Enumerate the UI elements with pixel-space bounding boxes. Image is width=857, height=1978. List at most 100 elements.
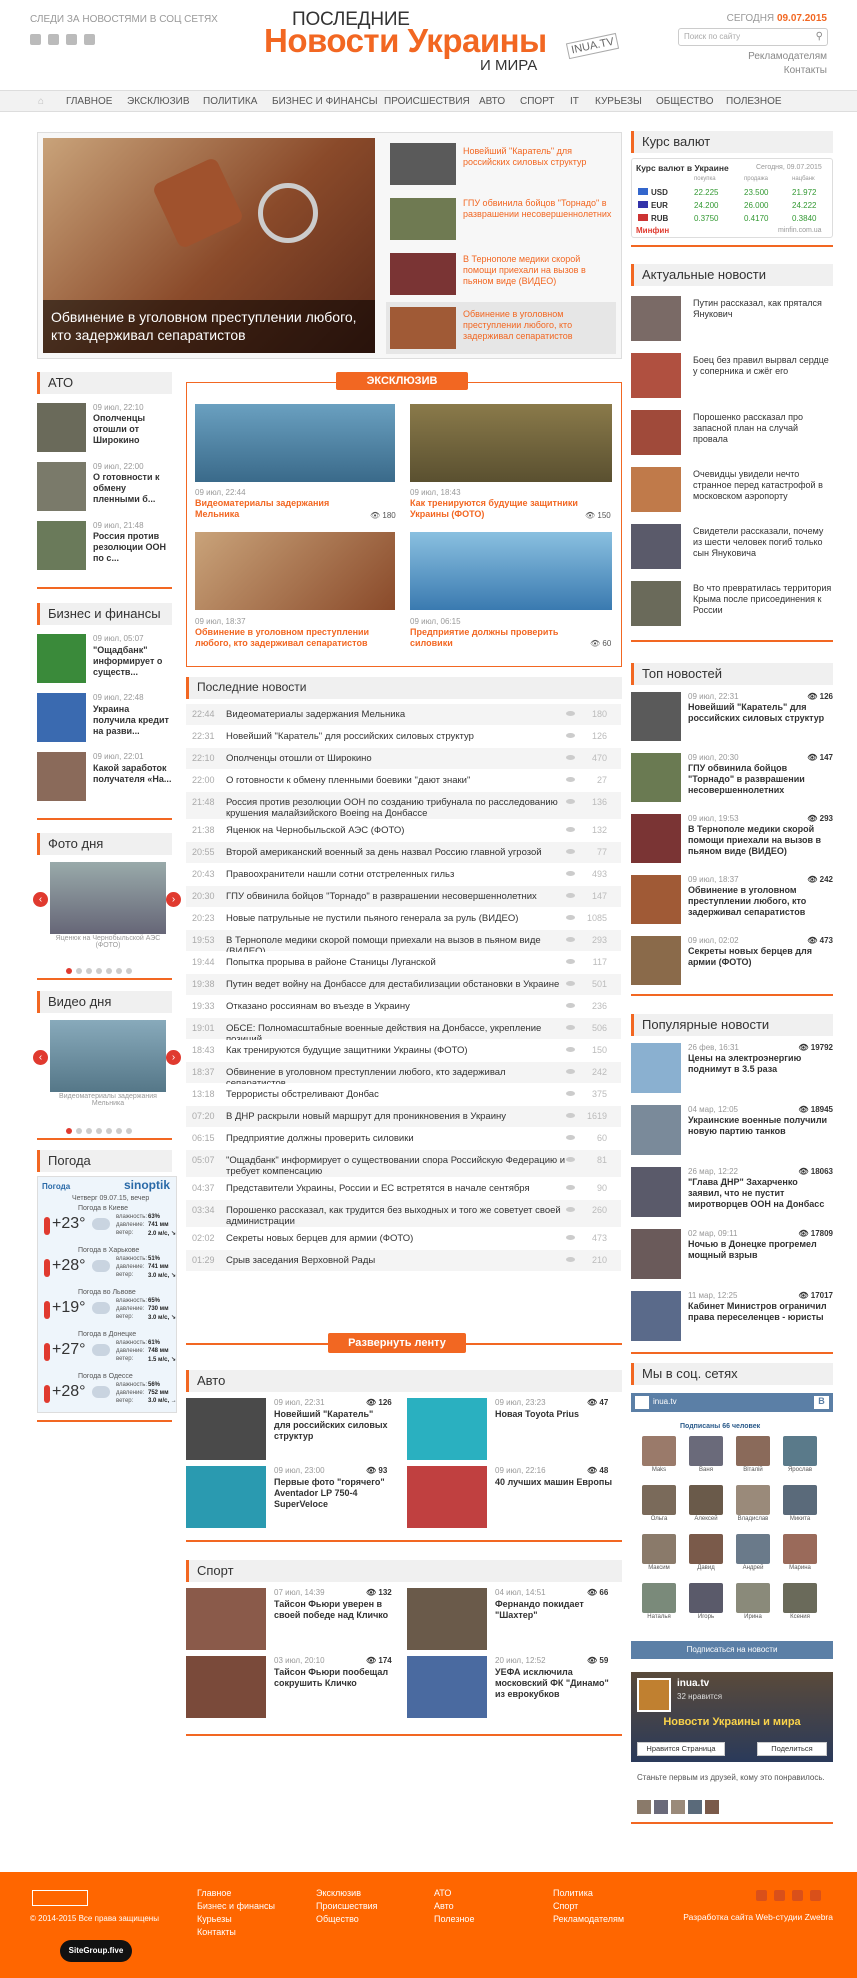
- facebook-icon[interactable]: [48, 34, 59, 45]
- vk-member-name[interactable]: Марина: [780, 1565, 820, 1571]
- feed-link[interactable]: В ДНР раскрыли новый маршрут для проникн…: [226, 1111, 566, 1122]
- popular-thumb[interactable]: [631, 1291, 681, 1341]
- business-thumb[interactable]: [37, 693, 86, 742]
- actual-link[interactable]: Очевидцы увидели нечто странное перед ка…: [693, 469, 833, 502]
- sitegroup-logo[interactable]: SiteGroup.five: [60, 1940, 132, 1962]
- nav-item[interactable]: ГЛАВНОЕ: [66, 96, 112, 107]
- sport-link[interactable]: Тайсон Фьюри пообещал сокрушить Кличко: [274, 1667, 392, 1689]
- nav-item[interactable]: ПРОИСШЕСТВИЯ: [384, 96, 470, 107]
- feed-link[interactable]: Новейший "Каратель" для российских силов…: [226, 731, 566, 742]
- sport-thumb[interactable]: [407, 1588, 487, 1650]
- ato-thumb[interactable]: [37, 462, 86, 511]
- feed-link[interactable]: Второй американский военный за день назв…: [226, 847, 566, 858]
- fb-share-button[interactable]: Поделиться: [757, 1742, 827, 1756]
- footer-link[interactable]: Происшествия: [316, 1901, 378, 1911]
- sport-thumb[interactable]: [186, 1656, 266, 1718]
- hero-side-thumb[interactable]: [390, 143, 456, 185]
- nav-item[interactable]: ОБЩЕСТВО: [656, 96, 714, 107]
- nav-item[interactable]: ПОЛИТИКА: [203, 96, 257, 107]
- vk-member-name[interactable]: Максим: [639, 1565, 679, 1571]
- top-link[interactable]: В Тернополе медики скорой помощи приехал…: [688, 824, 828, 857]
- facebook-icon[interactable]: [774, 1890, 785, 1901]
- feed-link[interactable]: О готовности к обмену пленными боевики "…: [226, 775, 566, 786]
- gallery-next-button[interactable]: ›: [166, 892, 181, 907]
- actual-thumb[interactable]: [631, 524, 681, 569]
- avatar[interactable]: [642, 1485, 676, 1515]
- twitter-icon[interactable]: [792, 1890, 803, 1901]
- auto-link[interactable]: Новая Toyota Prius: [495, 1409, 613, 1420]
- youtube-icon[interactable]: [84, 34, 95, 45]
- popular-thumb[interactable]: [631, 1229, 681, 1279]
- nav-item[interactable]: АВТО: [479, 96, 505, 107]
- vk-icon[interactable]: В: [814, 1396, 829, 1409]
- ato-link[interactable]: О готовности к обмену пленными б...: [93, 472, 173, 505]
- vk-member-name[interactable]: Микита: [780, 1516, 820, 1522]
- top-link[interactable]: Секреты новых берцев для армии (ФОТО): [688, 946, 828, 968]
- minfin-logo[interactable]: Минфин: [636, 226, 669, 235]
- avatar[interactable]: [736, 1485, 770, 1515]
- actual-link[interactable]: Во что превратилась территория Крыма пос…: [693, 583, 833, 616]
- avatar[interactable]: [783, 1436, 817, 1466]
- footer-link[interactable]: Политика: [553, 1888, 593, 1898]
- popular-link[interactable]: Ночью в Донецке прогремел мощный взрыв: [688, 1239, 828, 1261]
- sport-link[interactable]: Тайсон Фьюри уверен в своей победе над К…: [274, 1599, 392, 1621]
- exclusive-link[interactable]: Обвинение в уголовном преступлении любог…: [195, 627, 395, 649]
- auto-thumb[interactable]: [186, 1466, 266, 1528]
- vk-member-name[interactable]: Ксения: [780, 1614, 820, 1620]
- popular-link[interactable]: "Глава ДНР" Захарченко заявил, что не пу…: [688, 1177, 828, 1210]
- sport-link[interactable]: УЕФА исключила московский ФК "Динамо" из…: [495, 1667, 613, 1700]
- fb-name[interactable]: inua.tv: [677, 1678, 709, 1689]
- exclusive-thumb[interactable]: [410, 532, 612, 610]
- avatar[interactable]: [783, 1583, 817, 1613]
- hero-side-thumb[interactable]: [390, 307, 456, 349]
- exclusive-thumb[interactable]: [410, 404, 612, 482]
- vk-subscribe-button[interactable]: Подписаться на новости: [631, 1641, 833, 1659]
- feed-link[interactable]: Предприятие должны проверить силовики: [226, 1133, 566, 1144]
- footer-link[interactable]: Полезное: [434, 1914, 474, 1924]
- ato-link[interactable]: Россия против резолюции ООН по с...: [93, 531, 173, 564]
- search-icon[interactable]: ⚲: [816, 31, 823, 42]
- actual-link[interactable]: Порошенко рассказал про запасной план на…: [693, 412, 833, 445]
- vk-member-name[interactable]: Ирина: [733, 1614, 773, 1620]
- ato-link[interactable]: Ополченцы отошли от Широкино: [93, 413, 173, 446]
- minfin-site[interactable]: minfin.com.ua: [778, 227, 822, 234]
- top-thumb[interactable]: [631, 875, 681, 924]
- feed-link[interactable]: ГПУ обвинила бойцов "Торнадо" в развраше…: [226, 891, 566, 902]
- feed-link[interactable]: Секреты новых берцев для армии (ФОТО): [226, 1233, 566, 1244]
- auto-thumb[interactable]: [186, 1398, 266, 1460]
- exclusive-link[interactable]: Как тренируются будущие защитники Украин…: [410, 498, 585, 520]
- vk-member-name[interactable]: Владислав: [733, 1516, 773, 1522]
- hero-side-thumb[interactable]: [390, 198, 456, 240]
- feed-link[interactable]: Правоохранители нашли сотни отстреленных…: [226, 869, 566, 880]
- footer-link[interactable]: Контакты: [197, 1927, 236, 1937]
- ads-link[interactable]: Рекламодателям: [748, 51, 827, 62]
- exclusive-thumb[interactable]: [195, 404, 395, 482]
- feed-link[interactable]: Путин ведет войну на Донбассе для дестаб…: [226, 979, 566, 990]
- feed-link[interactable]: "Ощадбанк" информирует о существовании с…: [226, 1155, 566, 1177]
- vk-member-name[interactable]: Ваня: [686, 1467, 726, 1473]
- actual-link[interactable]: Путин рассказал, как прятался Янукович: [693, 298, 833, 320]
- popular-link[interactable]: Цены на электроэнергию поднимут в 3.5 ра…: [688, 1053, 828, 1075]
- footer-link[interactable]: Авто: [434, 1901, 454, 1911]
- popular-thumb[interactable]: [631, 1167, 681, 1217]
- logo-line3[interactable]: И МИРА: [480, 57, 537, 74]
- feed-link[interactable]: Попытка прорыва в районе Станицы Луганск…: [226, 957, 566, 968]
- feed-link[interactable]: Россия против резолюции ООН по созданию …: [226, 797, 566, 819]
- avatar[interactable]: [736, 1583, 770, 1613]
- feed-link[interactable]: Как тренируются будущие защитники Украин…: [226, 1045, 566, 1056]
- footer-logo[interactable]: [32, 1890, 88, 1906]
- feed-link[interactable]: Ополченцы отошли от Широкино: [226, 753, 566, 764]
- business-link[interactable]: Какой заработок получателя «На...: [93, 763, 173, 785]
- avatar[interactable]: [642, 1583, 676, 1613]
- nav-item[interactable]: КУРЬЕЗЫ: [595, 96, 642, 107]
- video-day-dots[interactable]: [66, 1121, 136, 1139]
- photo-day-image[interactable]: [50, 862, 166, 934]
- sport-thumb[interactable]: [407, 1656, 487, 1718]
- avatar[interactable]: [689, 1583, 723, 1613]
- popular-link[interactable]: Украинские военные получили новую партию…: [688, 1115, 828, 1137]
- vk-member-name[interactable]: Ярослав: [780, 1467, 820, 1473]
- hero-side-link[interactable]: Обвинение в уголовном преступлении любог…: [463, 309, 613, 342]
- business-thumb[interactable]: [37, 634, 86, 683]
- vk-icon[interactable]: [756, 1890, 767, 1901]
- twitter-icon[interactable]: [66, 34, 77, 45]
